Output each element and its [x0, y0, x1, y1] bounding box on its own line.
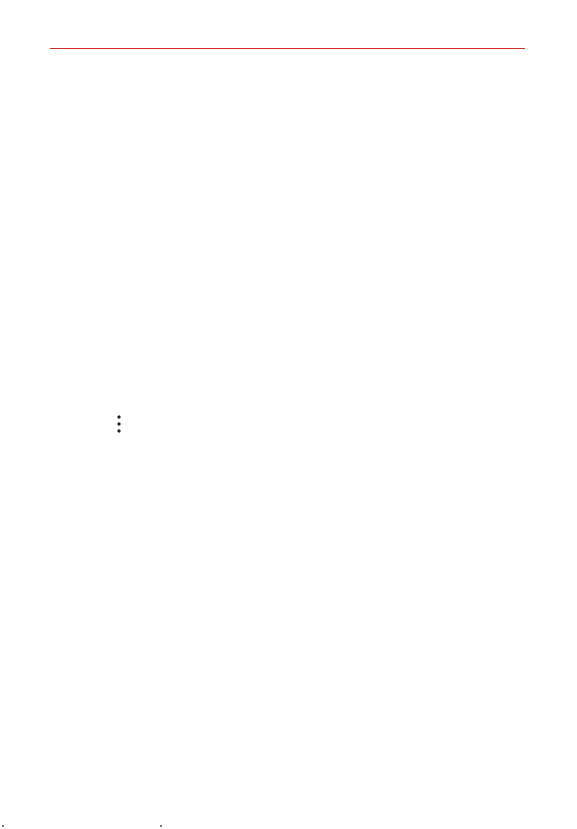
- header-divider: [50, 48, 525, 49]
- bottom-edge-mark: [160, 825, 162, 827]
- more-vertical-icon: [117, 415, 121, 433]
- bottom-edge-mark: [2, 825, 4, 827]
